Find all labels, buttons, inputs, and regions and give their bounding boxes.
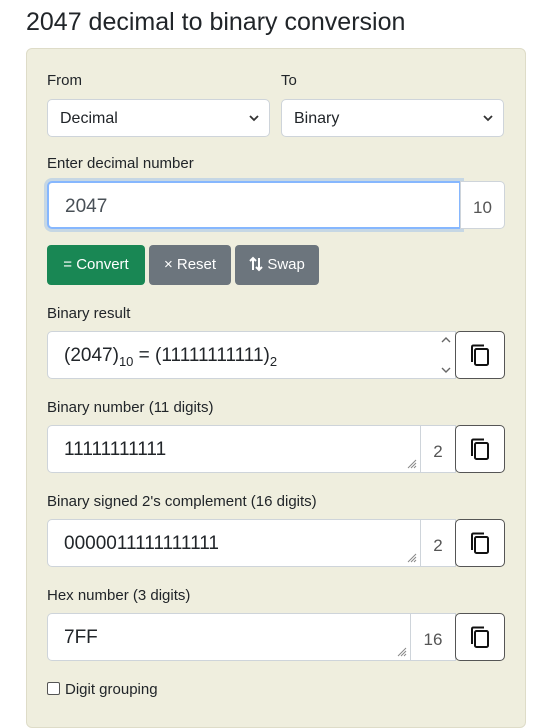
copy-twos-complement-button[interactable] — [455, 519, 505, 567]
copy-icon — [471, 626, 489, 648]
chevron-down-icon — [249, 115, 259, 122]
digit-grouping-label[interactable]: Digit grouping — [65, 681, 158, 698]
to-label: To — [281, 72, 297, 89]
hex-number-base: 16 — [423, 630, 443, 649]
spinner-up-icon[interactable] — [441, 336, 451, 344]
binary-result-label: Binary result — [47, 305, 131, 322]
binary-number-field[interactable]: 11111111111 — [47, 425, 421, 473]
input-base-addon: 10 — [460, 181, 505, 229]
result-binary: 11111111111 — [161, 345, 264, 366]
hex-number-value: 7FF — [64, 627, 98, 648]
swap-arrows-icon — [249, 256, 263, 272]
decimal-input-value: 2047 — [65, 196, 108, 217]
binary-number-label: Binary number (11 digits) — [47, 399, 214, 416]
from-select-value: Decimal — [60, 110, 118, 127]
digit-grouping-checkbox[interactable] — [47, 682, 60, 695]
result-base-to: 2 — [269, 354, 278, 369]
input-label: Enter decimal number — [47, 155, 194, 172]
input-base-text: 10 — [473, 198, 492, 217]
from-select[interactable]: Decimal — [47, 99, 270, 137]
binary-number-value: 11111111111 — [64, 439, 167, 460]
hex-number-label: Hex number (3 digits) — [47, 587, 191, 604]
copy-binary-button[interactable] — [455, 425, 505, 473]
chevron-down-icon — [483, 115, 493, 122]
copy-result-button[interactable] — [455, 331, 505, 379]
copy-icon — [471, 532, 489, 554]
to-select-value: Binary — [294, 110, 340, 127]
twos-complement-base-addon: 2 — [420, 519, 456, 567]
swap-button-label: Swap — [267, 256, 305, 273]
swap-button[interactable]: Swap — [235, 245, 319, 285]
resize-grip-icon[interactable] — [405, 457, 417, 469]
spinner-down-icon[interactable] — [441, 366, 451, 374]
binary-number-base: 2 — [433, 442, 443, 461]
decimal-input[interactable]: 2047 — [47, 181, 461, 229]
hex-number-field[interactable]: 7FF — [47, 613, 411, 661]
hex-number-base-addon: 16 — [410, 613, 456, 661]
twos-complement-label: Binary signed 2's complement (16 digits) — [47, 493, 317, 510]
from-label: From — [47, 72, 82, 89]
page-title: 2047 decimal to binary conversion — [26, 8, 406, 36]
binary-result-field[interactable]: (2047)10 = (11111111111)2 — [47, 331, 456, 379]
twos-complement-value: 0000011111111111 — [64, 533, 219, 554]
convert-button[interactable]: = Convert — [47, 245, 145, 285]
binary-number-base-addon: 2 — [420, 425, 456, 473]
reset-button[interactable]: × Reset — [149, 245, 231, 285]
copy-hex-button[interactable] — [455, 613, 505, 661]
to-select[interactable]: Binary — [281, 99, 504, 137]
result-decimal: 2047 — [70, 345, 113, 366]
twos-complement-field[interactable]: 0000011111111111 — [47, 519, 421, 567]
copy-icon — [471, 344, 489, 366]
result-equals: = ( — [133, 345, 162, 366]
resize-grip-icon[interactable] — [395, 645, 407, 657]
copy-icon — [471, 438, 489, 460]
result-base-from: 10 — [118, 354, 134, 369]
resize-grip-icon[interactable] — [405, 551, 417, 563]
twos-complement-base: 2 — [433, 536, 443, 555]
